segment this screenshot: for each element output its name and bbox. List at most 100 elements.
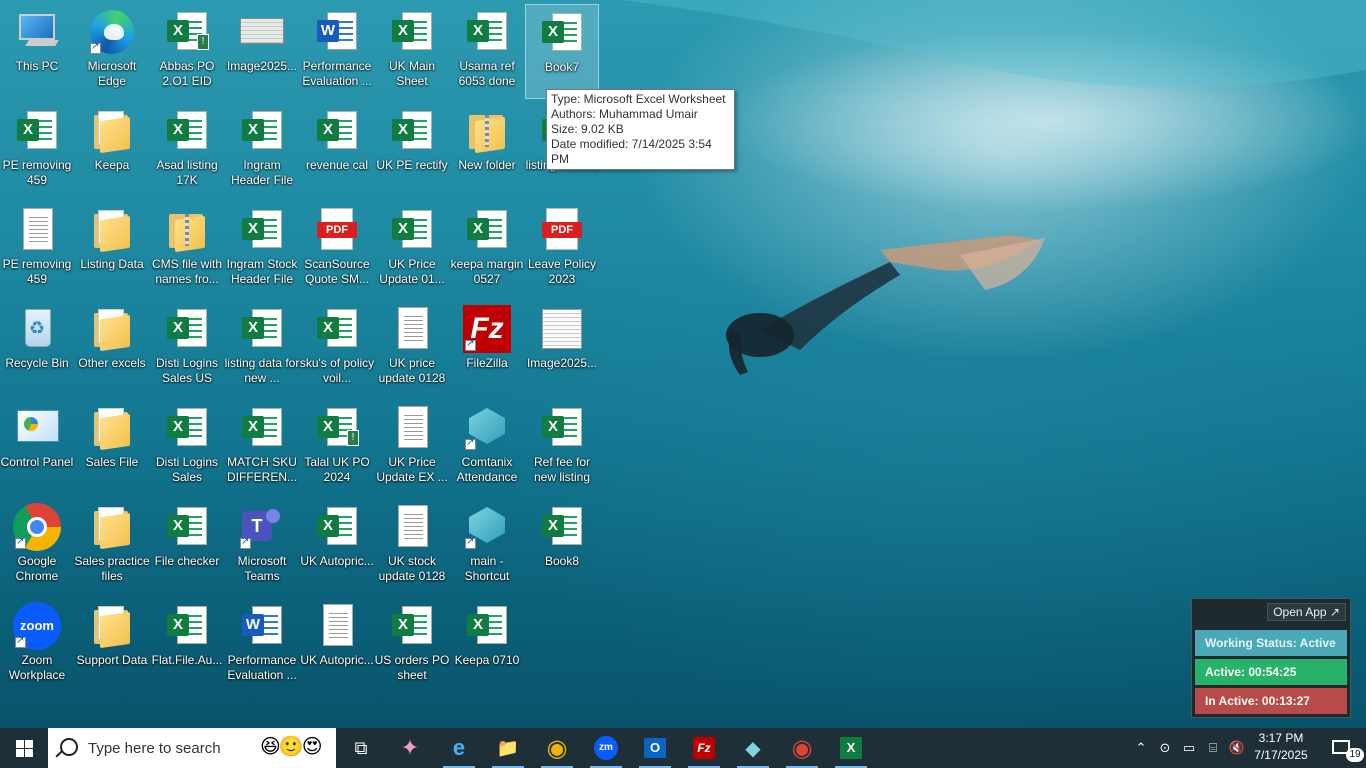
desktop-icon-label: Abbas PO 2.O1 EID [159, 59, 215, 88]
desktop-icon[interactable]: Comtanix Attendance [450, 400, 524, 495]
desktop[interactable]: This PC Microsoft Edge X! Abbas PO 2.O1 EID… [0, 0, 1366, 728]
file-tooltip: Type: Microsoft Excel Worksheet Authors:… [546, 89, 735, 170]
desktop-icon[interactable]: W Performance Evaluation ... [225, 598, 299, 693]
open-app-button[interactable]: Open App ↗ [1267, 603, 1346, 621]
desktop-icon[interactable]: UK price update 0128 [375, 301, 449, 396]
excel-file-icon: X [313, 503, 361, 551]
taskbar-chrome-profile-button[interactable]: ◉ [778, 728, 826, 768]
desktop-icon[interactable]: Sales practice files [74, 499, 150, 594]
desktop-icon[interactable]: PE removing 459 [0, 202, 74, 297]
desktop-icon[interactable]: Microsoft Edge [75, 4, 149, 99]
zoom-icon: zm [594, 736, 618, 760]
desktop-icon[interactable]: UK stock update 0128 [375, 499, 449, 594]
desktop-icon[interactable]: X! Talal UK PO 2024 [300, 400, 374, 495]
desktop-icon[interactable]: Fz FileZilla [450, 301, 524, 396]
desktop-icon[interactable]: Recycle Bin [0, 301, 74, 396]
desktop-icon[interactable]: X Flat.File.Au... [150, 598, 224, 693]
clock-date: 7/17/2025 [1254, 748, 1308, 762]
desktop-icon[interactable]: Support Data [75, 598, 149, 693]
taskbar-excel-button[interactable]: X [827, 728, 875, 768]
taskbar-chrome-button[interactable]: ◉ [533, 728, 581, 768]
desktop-icon[interactable]: This PC [0, 4, 74, 99]
taskbar-zoom-button[interactable]: zm [582, 728, 630, 768]
desktop-icon[interactable]: Sales File [75, 400, 149, 495]
filezilla-icon: Fz [693, 737, 715, 759]
excel-file-icon: X [463, 8, 511, 56]
desktop-icon[interactable]: X MATCH SKU DIFFEREN... [225, 400, 299, 495]
desktop-icon[interactable]: X Ingram Stock Header File [225, 202, 299, 297]
desktop-icon[interactable]: Xlisting data for new ... [225, 301, 299, 396]
tooltip-type: Type: Microsoft Excel Worksheet [551, 92, 726, 106]
desktop-icon-label: UK Price Update EX ... [376, 455, 448, 484]
excel-file-icon: X [13, 107, 61, 155]
desktop-icon-label: Ingram Header File [230, 158, 294, 187]
desktop-icon-label: US orders PO sheet [374, 653, 450, 682]
start-button[interactable] [0, 728, 48, 768]
desktop-icon[interactable]: X Ref fee for new listing [525, 400, 599, 495]
desktop-icon[interactable]: X UK Price Update 01... [375, 202, 449, 297]
taskbar-outlook-button[interactable]: O [631, 728, 679, 768]
network-icon[interactable]: ⌸ [1202, 728, 1224, 768]
taskbar-file-explorer-button[interactable]: 📁 [484, 728, 532, 768]
desktop-icon[interactable]: X Usama ref 6053 done [450, 4, 524, 99]
desktop-icon-label: listing data for new ... [224, 356, 300, 385]
desktop-icon[interactable]: Listing Data [75, 202, 149, 297]
desktop-icon[interactable]: PDF ScanSource Quote SM... [300, 202, 374, 297]
desktop-icon[interactable]: X Disti Logins Sales [150, 400, 224, 495]
desktop-icon[interactable]: CMS file with names fro... [150, 202, 224, 297]
taskbar-task-view-button[interactable]: ⧉ [337, 728, 385, 768]
desktop-icon[interactable]: X Book8 [525, 499, 599, 594]
desktop-icon[interactable]: Keepa [75, 103, 149, 198]
desktop-icon[interactable]: New folder [450, 103, 524, 198]
desktop-icon[interactable]: X Book7 [525, 4, 599, 99]
desktop-icon[interactable]: X File checker [150, 499, 224, 594]
desktop-icon[interactable]: X Disti Logins Sales US [150, 301, 224, 396]
desktop-icon[interactable]: X UK Main Sheet [375, 4, 449, 99]
desktop-icon-label: main - Shortcut [464, 554, 510, 583]
desktop-icon[interactable]: X Asad listing 17K [150, 103, 224, 198]
desktop-icon[interactable]: zoom Zoom Workplace [0, 598, 74, 693]
battery-icon[interactable]: ▭ [1178, 728, 1200, 768]
shortcut-arrow-icon [15, 635, 26, 648]
desktop-icon[interactable]: main - Shortcut [450, 499, 524, 594]
desktop-icon[interactable]: Other excels [75, 301, 149, 396]
desktop-icon[interactable]: X UK Autopric... [300, 499, 374, 594]
desktop-icon[interactable]: Control Panel [0, 400, 74, 495]
excel-file-icon: X [238, 305, 286, 353]
show-hidden-icons-chevron-icon[interactable]: ⌃ [1130, 728, 1152, 768]
desktop-icon[interactable]: X PE removing 459 [0, 103, 74, 198]
desktop-icon-label: Microsoft Edge [87, 59, 137, 88]
desktop-icon[interactable]: PDF Leave Policy 2023 [525, 202, 599, 297]
desktop-icon[interactable]: Xrevenue cal [300, 103, 374, 198]
excel-file-icon: X [238, 206, 286, 254]
desktop-icon[interactable]: Xkeepa margin 0527 [450, 202, 524, 297]
desktop-icon[interactable]: X UK PE rectify [375, 103, 449, 198]
desktop-icon-label: UK Price Update 01... [379, 257, 445, 286]
taskbar-copilot-button[interactable]: ✦ [386, 728, 434, 768]
desktop-icon[interactable]: T Microsoft Teams [225, 499, 299, 594]
desktop-icon[interactable]: UK Price Update EX ... [375, 400, 449, 495]
chrome-icon [13, 503, 61, 551]
desktop-icon[interactable]: W Performance Evaluation ... [300, 4, 374, 99]
desktop-icon[interactable]: Image2025... [525, 301, 599, 396]
desktop-icon[interactable]: UK Autopric... [300, 598, 374, 693]
notification-center-button[interactable]: 19 [1318, 728, 1366, 768]
taskbar-search-box[interactable]: Type here to search 😆🙂😍 [48, 728, 336, 768]
taskbar-filezilla-button[interactable]: Fz [680, 728, 728, 768]
desktop-icon[interactable]: Xsku's of policy voil... [300, 301, 374, 396]
desktop-icon[interactable]: X US orders PO sheet [375, 598, 449, 693]
taskbar-comtanix-button[interactable]: ◆ [729, 728, 777, 768]
taskbar-edge-button[interactable]: e [435, 728, 483, 768]
volume-muted-icon[interactable]: 🔇 [1226, 728, 1248, 768]
recycle-bin-icon [13, 305, 61, 353]
meet-now-icon[interactable]: ⊙ [1154, 728, 1176, 768]
desktop-icon-label: UK Main Sheet [388, 59, 435, 88]
desktop-icon[interactable]: Image2025... [225, 4, 299, 99]
desktop-icon[interactable]: Google Chrome [0, 499, 74, 594]
desktop-icon-label: New folder [458, 158, 516, 172]
desktop-icon[interactable]: X! Abbas PO 2.O1 EID [150, 4, 224, 99]
desktop-icon[interactable]: X Ingram Header File [225, 103, 299, 198]
desktop-icon-label: FileZilla [466, 356, 508, 370]
desktop-icon[interactable]: X Keepa 0710 [450, 598, 524, 693]
system-clock[interactable]: 3:17 PM 7/17/2025 [1248, 730, 1314, 764]
